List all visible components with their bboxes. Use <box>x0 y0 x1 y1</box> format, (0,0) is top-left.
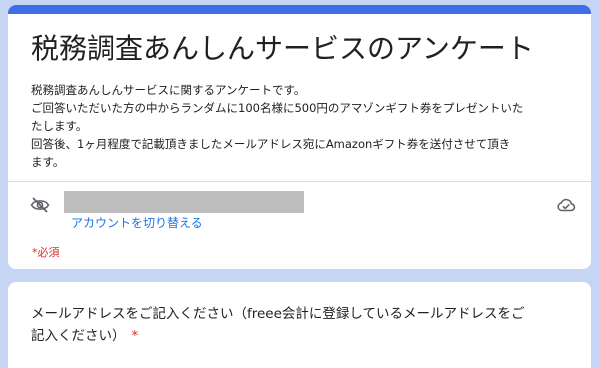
question-title: メールアドレスをご記入ください（freee会計に登録しているメールアドレスをご … <box>31 303 571 347</box>
required-note: *必須 <box>32 246 60 259</box>
question-card[interactable]: メールアドレスをご記入ください（freee会計に登録しているメールアドレスをご … <box>8 282 591 368</box>
form-page: 税務調査あんしんサービスのアンケート 税務調査あんしんサービスに関するアンケート… <box>0 0 600 368</box>
question-line: 記入ください） <box>31 328 126 344</box>
description-line: ます。 <box>31 155 65 169</box>
account-email-redacted <box>64 191 304 213</box>
accent-bar <box>8 5 591 14</box>
description-line: ご回答いただいた方の中からランダムに100名様に500円のアマゾンギフト券をプレ… <box>31 101 524 115</box>
form-title: 税務調査あんしんサービスのアンケート <box>31 32 534 65</box>
form-header-card: 税務調査あんしんサービスのアンケート 税務調査あんしんサービスに関するアンケート… <box>8 5 591 269</box>
description-line: 税務調査あんしんサービスに関するアンケートです。 <box>31 83 306 97</box>
question-line: メールアドレスをご記入ください（freee会計に登録しているメールアドレスをご <box>31 306 525 322</box>
switch-account-link[interactable]: アカウントを切り替える <box>71 214 203 231</box>
divider <box>8 181 591 182</box>
eye-off-icon <box>30 197 50 213</box>
description-line: 回答後、1ヶ月程度で記載頂きましたメールアドレス宛にAmazonギフト券を送付さ… <box>31 137 511 151</box>
form-description: 税務調査あんしんサービスに関するアンケートです。 ご回答いただいた方の中からラン… <box>31 81 571 171</box>
description-line: たします。 <box>31 119 88 133</box>
question-line-with-required: 記入ください） * <box>31 325 571 347</box>
required-star: * <box>131 328 139 344</box>
cloud-check-icon <box>556 197 576 213</box>
